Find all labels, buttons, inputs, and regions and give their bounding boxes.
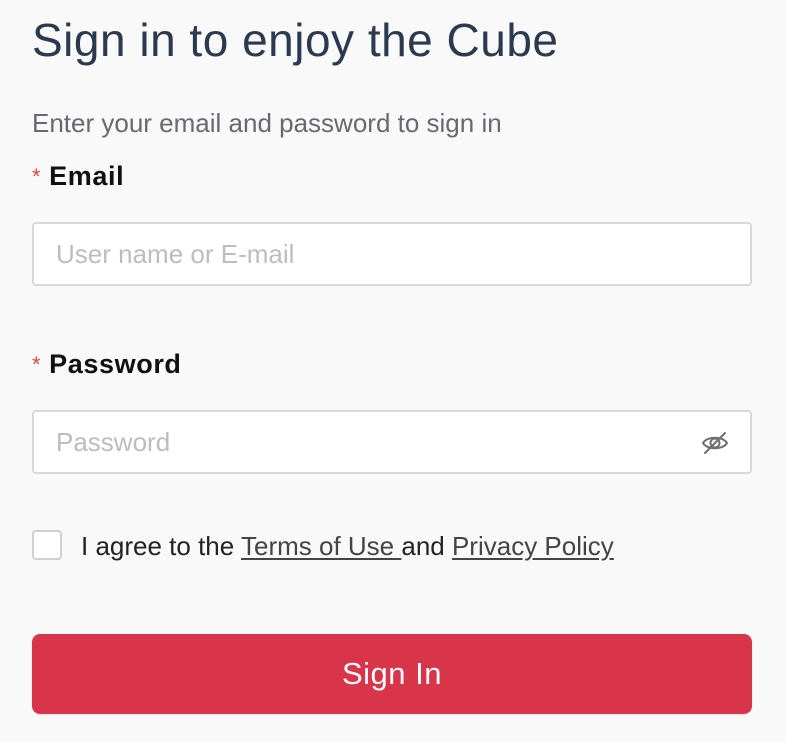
password-field-container [32,410,752,474]
agreement-text: I agree to the Terms of Use and Privacy … [81,529,614,563]
email-field-container [32,222,752,286]
page-title: Sign in to enjoy the Cube [32,14,559,66]
password-label-text: Password [49,349,182,379]
email-field[interactable] [34,224,696,284]
page-subtitle: Enter your email and password to sign in [32,108,502,138]
required-mark: * [32,164,42,189]
agree-checkbox[interactable] [32,530,62,560]
eye-off-icon[interactable] [700,428,730,458]
email-label: * Email [32,160,124,194]
agreement-prefix: I agree to the [81,531,241,561]
agreement-conjunction: and [401,531,452,561]
privacy-policy-link[interactable]: Privacy Policy [452,531,614,561]
terms-of-use-link[interactable]: Terms of Use [241,531,401,561]
password-label: * Password [32,348,182,382]
email-label-text: Email [49,161,125,191]
required-mark: * [32,352,42,377]
password-field[interactable] [34,412,696,472]
sign-in-button[interactable]: Sign In [32,634,752,714]
